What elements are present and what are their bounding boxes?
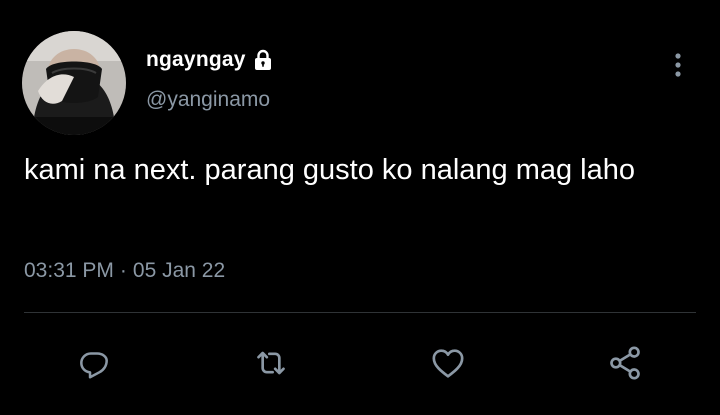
tweet-timestamp[interactable]: 03:31 PM · 05 Jan 22: [24, 259, 225, 283]
more-options-icon[interactable]: [668, 50, 688, 80]
share-icon: [610, 346, 640, 380]
heart-icon: [432, 349, 464, 378]
reply-button[interactable]: [74, 343, 114, 383]
tweet-time: 03:31 PM: [24, 259, 114, 282]
lock-icon: [251, 48, 275, 72]
like-button[interactable]: [428, 343, 468, 383]
divider: [24, 312, 696, 313]
tweet-text: kami na next. parang gusto ko nalang mag…: [24, 154, 636, 186]
user-handle[interactable]: @yanginamo: [146, 88, 270, 112]
masked-person-avatar: [22, 31, 126, 135]
reply-icon: [80, 352, 108, 379]
tweet-card: ngayngay @yanginamo kami na next. parang…: [0, 0, 720, 415]
retweet-icon: [257, 351, 285, 375]
avatar[interactable]: [22, 31, 126, 135]
display-name[interactable]: ngayngay: [146, 48, 246, 72]
share-button[interactable]: [605, 343, 645, 383]
tweet-date: 05 Jan 22: [132, 259, 226, 282]
author-name-row: ngayngay: [146, 46, 275, 74]
retweet-button[interactable]: [251, 343, 291, 383]
timestamp-separator: ·: [119, 259, 127, 282]
